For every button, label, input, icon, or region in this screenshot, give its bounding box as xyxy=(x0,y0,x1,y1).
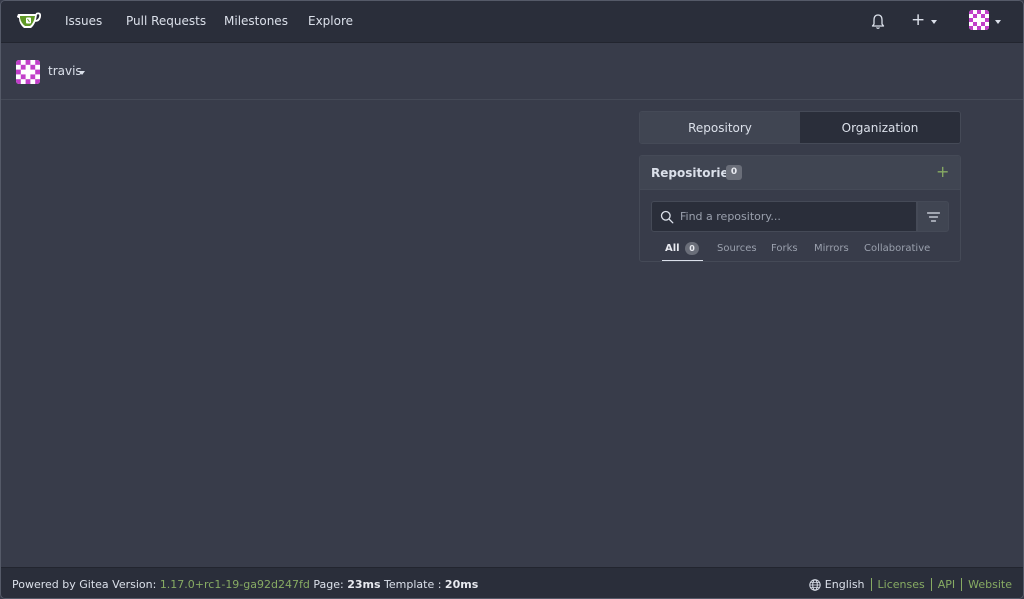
dashboard-tabs: Repository Organization xyxy=(639,111,961,144)
tab-repository[interactable]: Repository xyxy=(640,112,800,143)
chevron-down-icon[interactable] xyxy=(79,71,85,75)
globe-icon xyxy=(809,578,821,591)
repository-type-filters: All 0 Sources Forks Mirrors Collaborativ… xyxy=(640,240,960,261)
nav-issues[interactable]: Issues xyxy=(65,14,102,28)
gitea-version: 1.17.0+rc1-19-ga92d247fd xyxy=(159,578,310,591)
context-switcher-bar: travis xyxy=(1,43,1023,100)
filter-tab-forks[interactable]: Forks xyxy=(771,243,798,254)
language-label: English xyxy=(824,578,865,591)
filter-all-count-badge: 0 xyxy=(685,242,699,255)
repository-filter-button[interactable] xyxy=(917,201,949,232)
search-icon xyxy=(660,210,674,224)
footer-divider xyxy=(961,578,963,591)
nav-pull-requests[interactable]: Pull Requests xyxy=(126,14,206,28)
gitea-logo-icon[interactable] xyxy=(16,10,42,32)
page-time-label: Page: xyxy=(313,578,344,591)
repository-search xyxy=(651,201,917,232)
repository-search-input[interactable] xyxy=(680,202,912,231)
nav-milestones[interactable]: Milestones xyxy=(224,14,288,28)
chevron-down-icon[interactable] xyxy=(931,20,937,24)
bell-icon[interactable] xyxy=(870,13,886,30)
footer-link-licenses[interactable]: Licenses xyxy=(878,578,925,591)
add-repository-button[interactable]: + xyxy=(936,162,949,181)
identicon-avatar-icon xyxy=(969,10,989,30)
context-username[interactable]: travis xyxy=(48,64,82,78)
app-frame: Issues Pull Requests Milestones Explore … xyxy=(0,0,1024,599)
filter-tab-all[interactable]: All xyxy=(665,243,680,254)
footer-version-info: Powered by Gitea Version: 1.17.0+rc1-19-… xyxy=(12,578,478,591)
powered-by-text: Powered by Gitea Version: xyxy=(12,578,157,591)
tab-organization[interactable]: Organization xyxy=(800,112,960,143)
repositories-header: Repositories 0 + xyxy=(640,156,960,190)
chevron-down-icon[interactable] xyxy=(995,20,1001,24)
footer-link-website[interactable]: Website xyxy=(968,578,1012,591)
footer-divider xyxy=(870,578,872,591)
filter-icon xyxy=(927,212,940,222)
filter-tab-mirrors[interactable]: Mirrors xyxy=(814,243,849,254)
footer-link-api[interactable]: API xyxy=(938,578,955,591)
template-time-value: 20ms xyxy=(444,578,479,591)
avatar[interactable] xyxy=(969,10,989,30)
page-time-value: 23ms xyxy=(347,578,381,591)
page-footer: Powered by Gitea Version: 1.17.0+rc1-19-… xyxy=(1,567,1023,598)
nav-explore[interactable]: Explore xyxy=(308,14,353,28)
identicon-avatar-icon xyxy=(16,60,40,84)
context-avatar[interactable] xyxy=(16,60,40,84)
top-navbar: Issues Pull Requests Milestones Explore … xyxy=(1,1,1023,43)
footer-links: English Licenses API Website xyxy=(809,578,1012,591)
footer-divider xyxy=(930,578,932,591)
filter-tab-sources[interactable]: Sources xyxy=(717,243,757,254)
repositories-title: Repositories xyxy=(651,166,736,180)
filter-tab-collaborative[interactable]: Collaborative xyxy=(864,243,930,254)
repositories-count-badge: 0 xyxy=(726,165,742,180)
language-selector[interactable]: English xyxy=(809,578,865,591)
create-new-button[interactable]: + xyxy=(911,12,925,29)
active-filter-indicator xyxy=(662,260,703,261)
template-time-label: Template : xyxy=(384,578,442,591)
repositories-panel: Repositories 0 + All 0 Sources Forks Mir… xyxy=(639,155,961,262)
